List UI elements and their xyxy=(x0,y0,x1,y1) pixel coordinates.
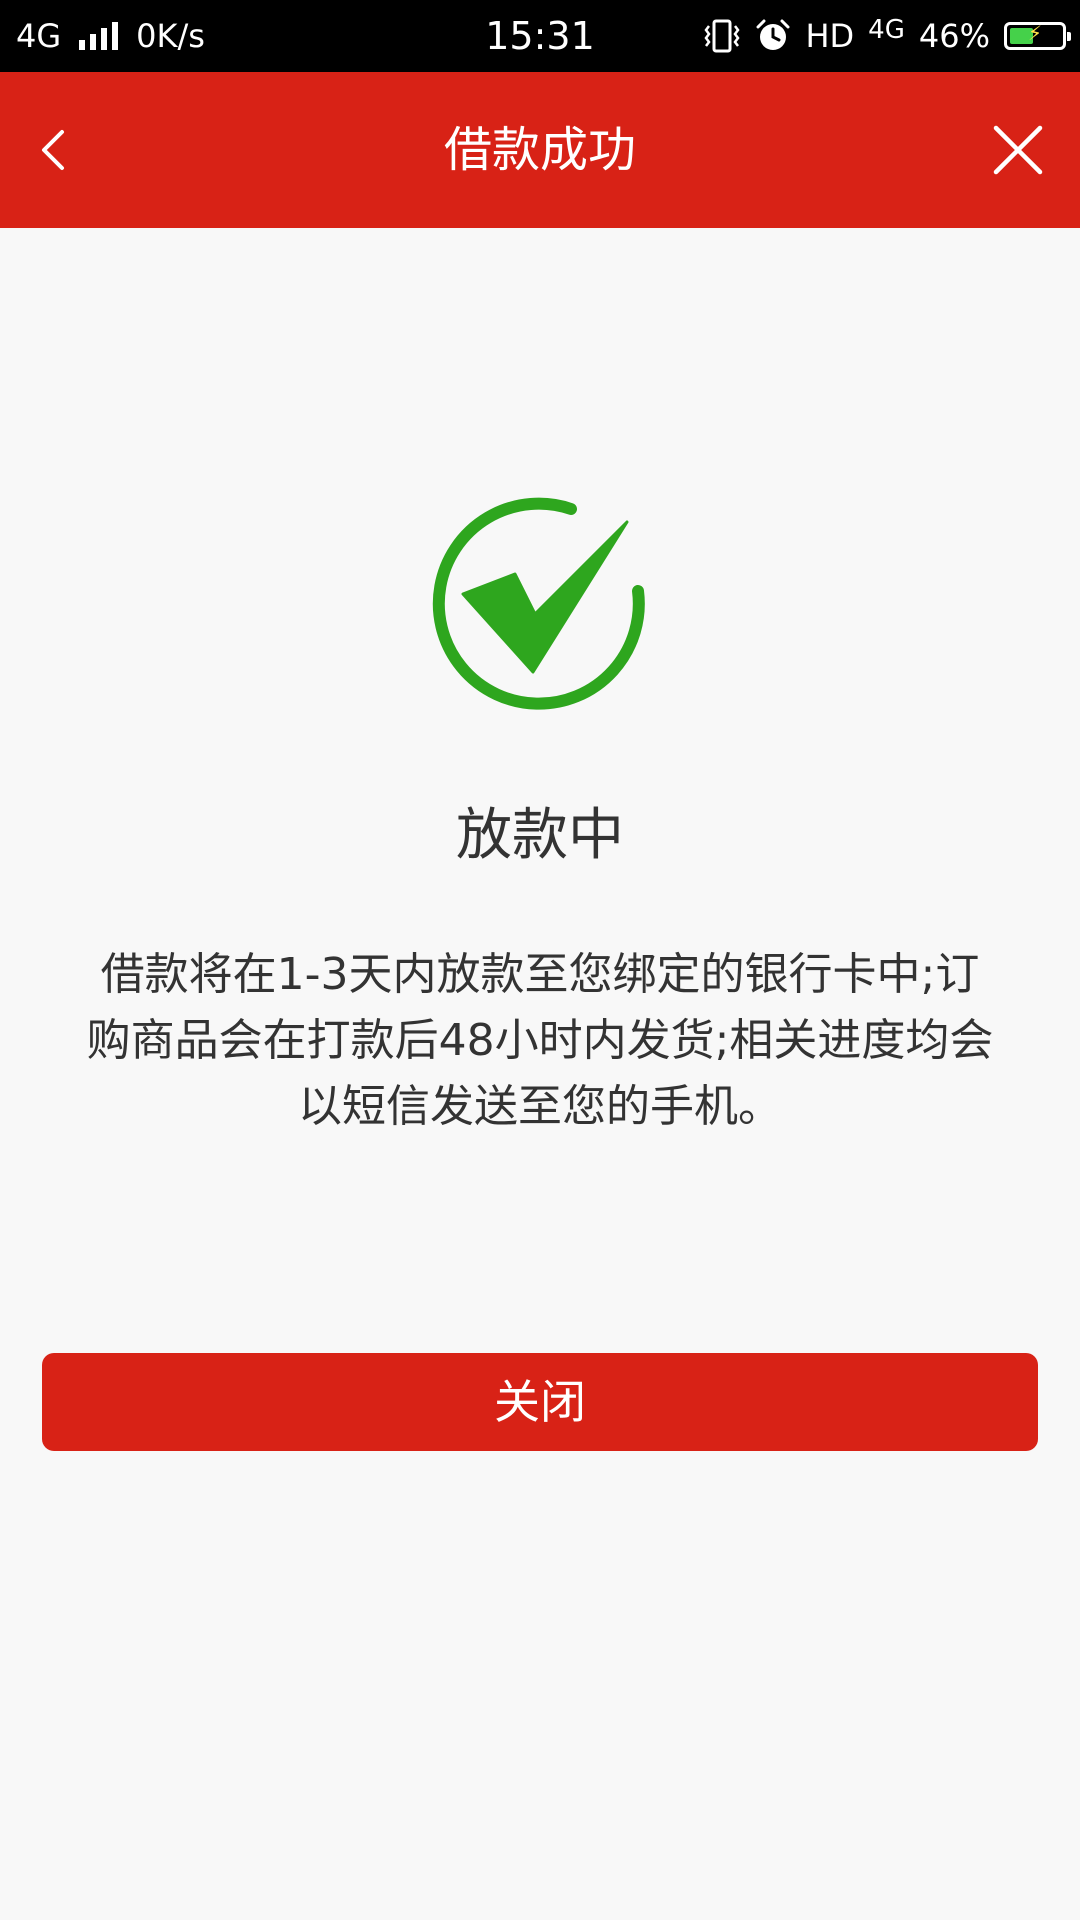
status-description: 借款将在1-3天内放款至您绑定的银行卡中;订购商品会在打款后48小时内发货;相关… xyxy=(86,949,994,1132)
header-close-button[interactable] xyxy=(976,108,1060,192)
status-right: HD 4G 46% ⚡ xyxy=(703,0,1071,72)
status-heading: 放款中 xyxy=(456,803,624,868)
check-circle-icon xyxy=(432,497,645,710)
page-title: 借款成功 xyxy=(443,122,636,178)
vibrate-icon xyxy=(704,19,741,53)
battery-percent: 46% xyxy=(918,17,990,55)
alarm-icon xyxy=(756,19,790,50)
charging-bolt-icon: ⚡ xyxy=(1027,21,1043,45)
hd-indicator: HD xyxy=(805,17,855,55)
battery-icon: ⚡ xyxy=(1004,21,1071,50)
battery-tip xyxy=(1067,32,1071,41)
close-button[interactable]: 关闭 xyxy=(42,1353,1038,1451)
status-bar: 4G 0K/s 15:31 HD 4G 46% ⚡ xyxy=(0,0,1080,72)
title-bar: 借款成功 xyxy=(0,72,1080,228)
network-type-right: 4G xyxy=(868,15,905,45)
close-icon xyxy=(993,125,1043,175)
